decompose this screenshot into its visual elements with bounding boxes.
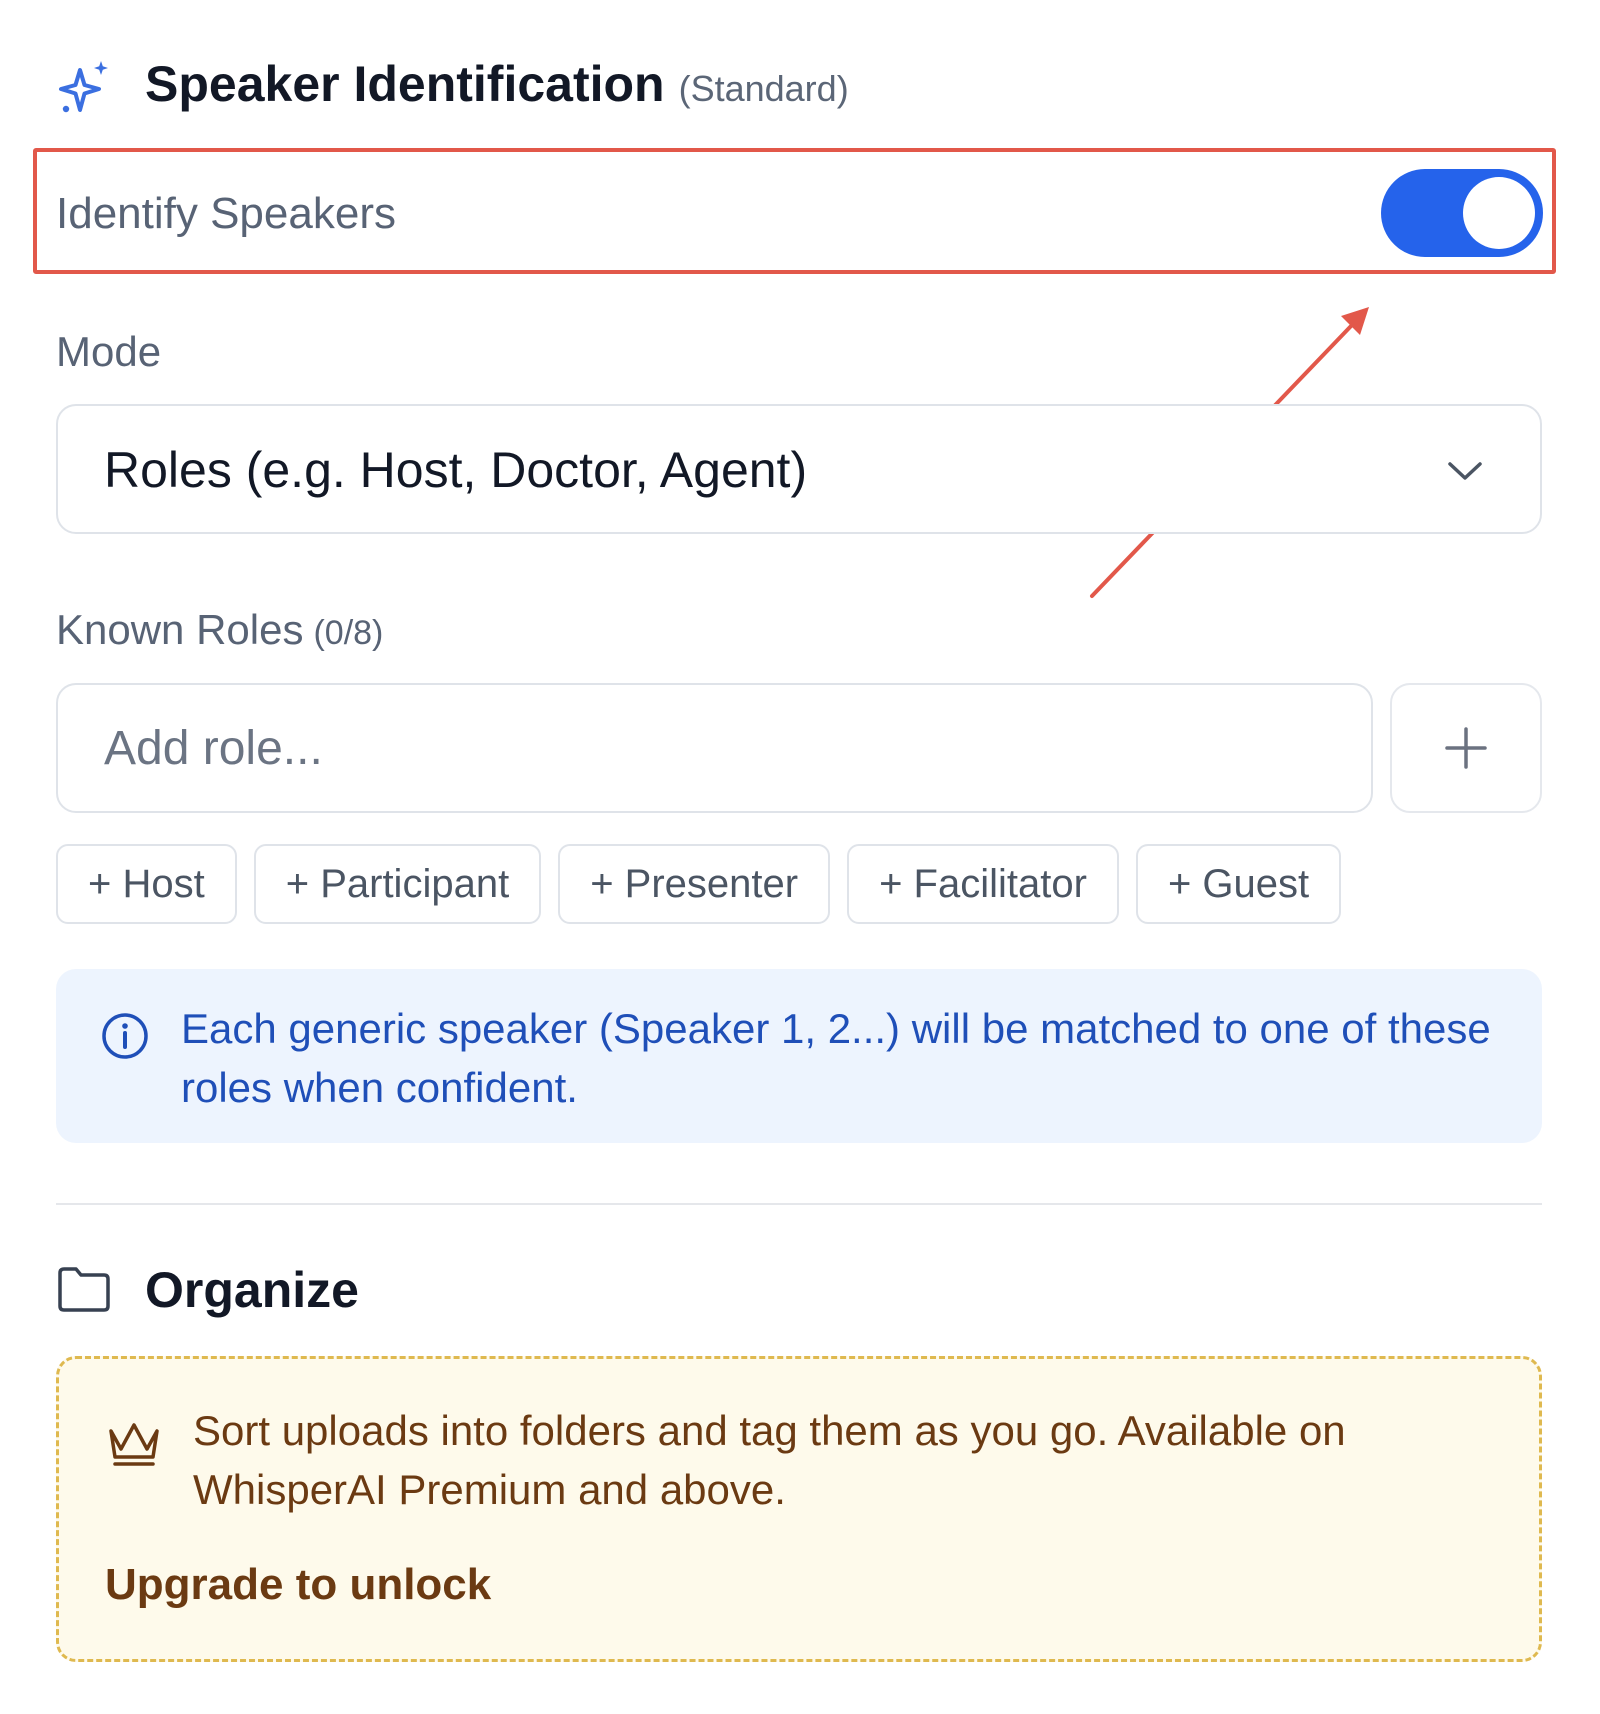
add-role-button[interactable] bbox=[1390, 683, 1542, 813]
section-divider bbox=[56, 1203, 1542, 1205]
plus-icon bbox=[1445, 727, 1487, 769]
info-icon bbox=[102, 1013, 148, 1059]
mode-label: Mode bbox=[56, 328, 162, 375]
known-roles-label-text: Known Roles bbox=[56, 606, 304, 653]
sparkles-icon bbox=[59, 61, 108, 113]
crown-icon bbox=[109, 1423, 159, 1466]
known-roles-count: (0/8) bbox=[313, 614, 384, 652]
premium-upsell-box: Sort uploads into folders and tag them a… bbox=[56, 1356, 1542, 1662]
section-title-text: Speaker Identification bbox=[145, 56, 665, 112]
upgrade-to-unlock-link[interactable]: Upgrade to unlock bbox=[105, 1555, 491, 1615]
mode-select[interactable]: Roles (e.g. Host, Doctor, Agent) bbox=[56, 404, 1542, 534]
annotation-highlight-box bbox=[33, 148, 1556, 274]
mode-selected-value: Roles (e.g. Host, Doctor, Agent) bbox=[104, 442, 808, 498]
role-chip-facilitator[interactable]: + Facilitator bbox=[847, 844, 1119, 924]
info-banner-text: Each generic speaker (Speaker 1, 2...) w… bbox=[181, 1005, 1491, 1111]
chevron-down-icon bbox=[1448, 462, 1482, 480]
role-suggestions: + Host + Participant + Presenter + Facil… bbox=[56, 844, 1342, 924]
info-banner: Each generic speaker (Speaker 1, 2...) w… bbox=[56, 969, 1542, 1143]
folder-icon bbox=[58, 1267, 110, 1312]
role-chip-host[interactable]: + Host bbox=[56, 844, 237, 924]
tier-badge: (Standard) bbox=[678, 68, 849, 109]
role-chip-presenter[interactable]: + Presenter bbox=[558, 844, 831, 924]
known-roles-label: Known Roles (0/8) bbox=[56, 602, 383, 661]
section-title: Speaker Identification (Standard) bbox=[145, 52, 849, 121]
role-chip-participant[interactable]: + Participant bbox=[253, 844, 542, 924]
premium-upsell-text: Sort uploads into folders and tag them a… bbox=[193, 1407, 1346, 1513]
organize-title: Organize bbox=[145, 1262, 359, 1318]
add-role-input[interactable] bbox=[56, 683, 1373, 813]
role-chip-guest[interactable]: + Guest bbox=[1135, 844, 1342, 924]
